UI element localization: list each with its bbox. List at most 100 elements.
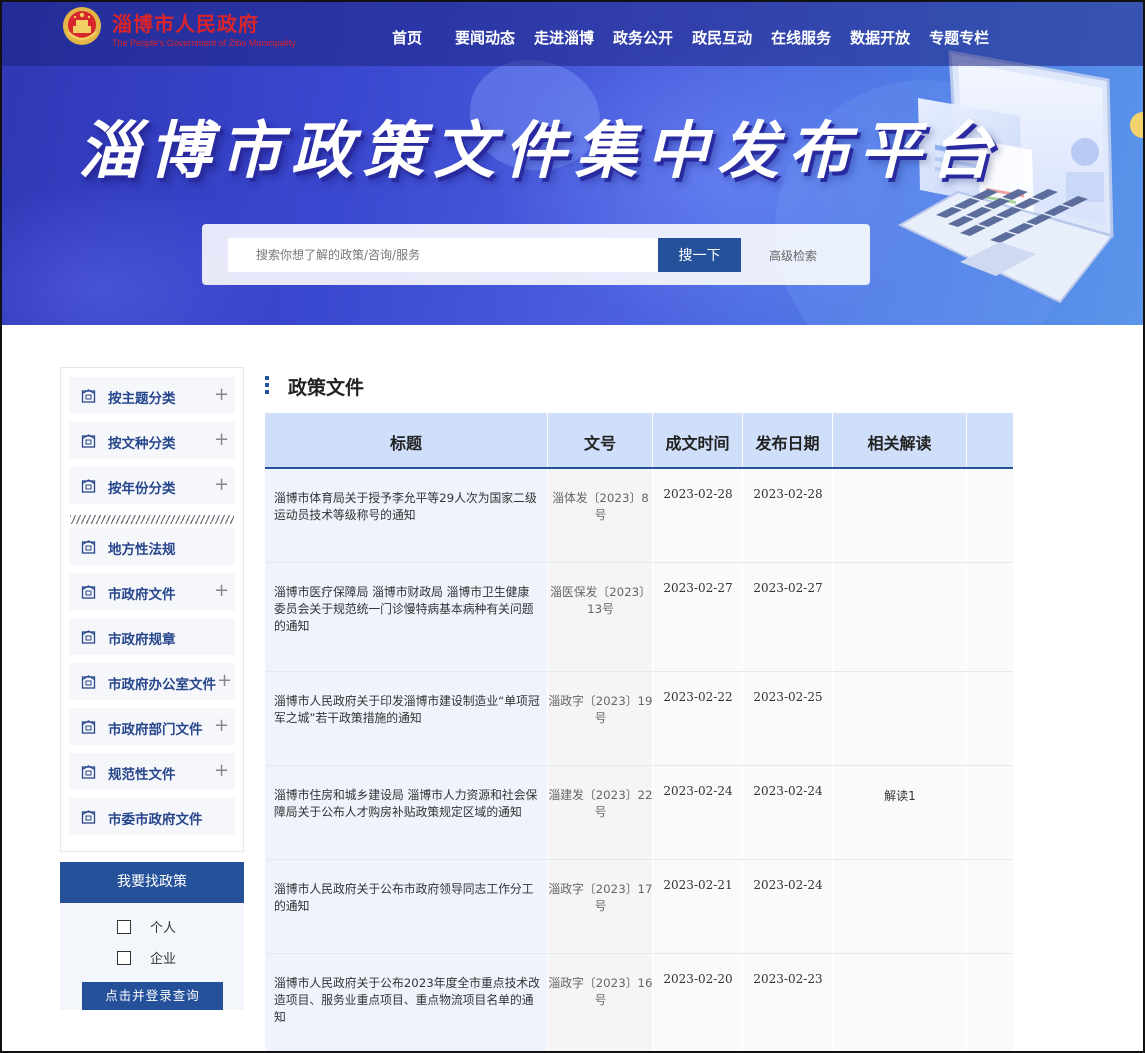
- section-title: 政策文件: [288, 377, 365, 399]
- expand-plus-icon[interactable]: +: [214, 580, 229, 601]
- policy-table: 标题 文号 成文时间 发布日期 相关解读 淄博市体育局关于授予李允平等29人次为…: [265, 413, 1013, 1053]
- expand-plus-icon[interactable]: +: [214, 429, 229, 450]
- checkbox-label: 个人: [150, 921, 177, 936]
- row-written-date: 2023-02-21: [663, 878, 733, 892]
- nav-home[interactable]: 首页: [392, 27, 422, 48]
- row-doc-number: 淄体发〔2023〕8号: [552, 491, 649, 522]
- row-title-link[interactable]: 淄博市住房和城乡建设局 淄博市人力资源和社会保障局关于公布人才购房补贴政策规定区…: [274, 787, 540, 821]
- national-emblem-icon: [63, 7, 101, 45]
- document-seal-icon: [81, 720, 96, 734]
- row-written-date: 2023-02-28: [663, 487, 733, 501]
- nav-interaction[interactable]: 政民互动: [692, 27, 752, 48]
- column-header-title: 标题: [265, 413, 548, 467]
- divider-hatch: [70, 515, 234, 524]
- document-seal-icon: [81, 389, 96, 403]
- expand-plus-icon[interactable]: +: [214, 760, 229, 781]
- table-row: 淄博市医疗保障局 淄博市财政局 淄博市卫生健康委员会关于规范统一门诊慢特病基本病…: [265, 563, 1013, 672]
- sidebar-item-label: 按年份分类: [108, 481, 176, 497]
- sidebar-item-local-regulations[interactable]: 地方性法规: [69, 528, 235, 565]
- table-row: 淄博市人民政府关于公布市政府领导同志工作分工的通知 淄政字〔2023〕17号 2…: [265, 860, 1013, 954]
- column-header-extra: [967, 413, 1013, 467]
- row-written-date: 2023-02-20: [663, 972, 733, 986]
- table-header: 标题 文号 成文时间 发布日期 相关解读: [265, 413, 1013, 469]
- sidebar-item-label: 地方性法规: [108, 542, 176, 558]
- main-nav: 首页 要闻动态 走进淄博 政务公开 政民互动 在线服务 数据开放 专题专栏: [392, 27, 1008, 48]
- checkbox-enterprise[interactable]: 企业: [117, 948, 176, 967]
- policy-finder-title: 我要找政策: [60, 862, 244, 903]
- row-written-date: 2023-02-22: [663, 690, 733, 704]
- sidebar-item-label: 按主题分类: [108, 391, 176, 407]
- document-seal-icon: [81, 675, 96, 689]
- search-button[interactable]: 搜一下: [658, 238, 741, 272]
- table-row: 淄博市体育局关于授予李允平等29人次为国家二级运动员技术等级称号的通知 淄体发〔…: [265, 469, 1013, 563]
- row-doc-number: 淄政字〔2023〕19号: [548, 694, 653, 725]
- nav-news[interactable]: 要闻动态: [455, 27, 515, 48]
- row-title-link[interactable]: 淄博市人民政府关于公布2023年度全市重点技术改造项目、服务业重点项目、重点物流…: [274, 975, 540, 1026]
- site-name-english: The People's Government of Zibo Municipa…: [112, 38, 296, 48]
- table-row: 淄博市人民政府关于印发淄博市建设制造业“单项冠军之城”若干政策措施的通知 淄政字…: [265, 672, 1013, 766]
- search-box: 搜一下 高级检索: [202, 224, 870, 285]
- document-seal-icon: [81, 810, 96, 824]
- sidebar-item-party-government-docs[interactable]: 市委市政府文件: [69, 798, 235, 835]
- column-header-interpretation: 相关解读: [833, 413, 967, 467]
- column-header-publish-date: 发布日期: [743, 413, 833, 467]
- row-title-link[interactable]: 淄博市人民政府关于印发淄博市建设制造业“单项冠军之城”若干政策措施的通知: [274, 693, 540, 727]
- nav-special-topics[interactable]: 专题专栏: [929, 27, 989, 48]
- checkbox-label: 企业: [150, 952, 177, 967]
- column-header-doc-no: 文号: [548, 413, 653, 467]
- table-row: 淄博市人民政府关于公布2023年度全市重点技术改造项目、服务业重点项目、重点物流…: [265, 954, 1013, 1053]
- top-navigation-bar: 淄博市人民政府 The People's Government of Zibo …: [0, 0, 1145, 66]
- nav-online-services[interactable]: 在线服务: [771, 27, 831, 48]
- document-seal-icon: [81, 765, 96, 779]
- sidebar-item-label: 市政府办公室文件: [108, 677, 216, 693]
- checkbox-individual[interactable]: 个人: [117, 917, 176, 936]
- row-publish-date: 2023-02-24: [753, 878, 823, 892]
- nav-government-affairs[interactable]: 政务公开: [613, 27, 673, 48]
- row-title-link[interactable]: 淄博市医疗保障局 淄博市财政局 淄博市卫生健康委员会关于规范统一门诊慢特病基本病…: [274, 584, 540, 635]
- row-title-link[interactable]: 淄博市人民政府关于公布市政府领导同志工作分工的通知: [274, 881, 540, 915]
- row-publish-date: 2023-02-25: [753, 690, 823, 704]
- table-row: 淄博市住房和城乡建设局 淄博市人力资源和社会保障局关于公布人才购房补贴政策规定区…: [265, 766, 1013, 860]
- row-doc-number: 淄政字〔2023〕17号: [548, 882, 653, 913]
- expand-plus-icon[interactable]: +: [217, 670, 232, 691]
- row-doc-number: 淄建发〔2023〕22号: [548, 788, 653, 819]
- nav-open-data[interactable]: 数据开放: [850, 27, 910, 48]
- sidebar-group-by-topic[interactable]: 按主题分类 +: [69, 377, 235, 414]
- column-header-written-date: 成文时间: [653, 413, 743, 467]
- row-publish-date: 2023-02-27: [753, 581, 823, 595]
- sidebar-item-label: 市政府文件: [108, 587, 176, 603]
- row-interpretation-link[interactable]: 解读1: [833, 787, 967, 804]
- sidebar-group-by-doc-type[interactable]: 按文种分类 +: [69, 422, 235, 459]
- expand-plus-icon[interactable]: +: [214, 474, 229, 495]
- sidebar-item-department-docs[interactable]: 市政府部门文件 +: [69, 708, 235, 745]
- search-input[interactable]: [228, 238, 660, 272]
- sidebar-item-municipal-rules[interactable]: 市政府规章: [69, 618, 235, 655]
- row-publish-date: 2023-02-24: [753, 784, 823, 798]
- sidebar-item-label: 规范性文件: [108, 767, 176, 783]
- checkbox-icon[interactable]: [117, 950, 131, 965]
- login-query-button[interactable]: 点击并登录查询: [82, 982, 223, 1010]
- row-written-date: 2023-02-27: [663, 581, 733, 595]
- row-doc-number: 淄医保发〔2023〕13号: [550, 585, 651, 616]
- nav-about-zibo[interactable]: 走进淄博: [534, 27, 594, 48]
- platform-title: 淄博市政策文件集中发布平台: [78, 114, 1002, 187]
- document-seal-icon: [81, 540, 96, 554]
- sidebar-item-municipal-docs[interactable]: 市政府文件 +: [69, 573, 235, 610]
- sidebar-item-office-docs[interactable]: 市政府办公室文件 +: [69, 663, 235, 700]
- document-seal-icon: [81, 434, 96, 448]
- row-publish-date: 2023-02-23: [753, 972, 823, 986]
- checkbox-icon[interactable]: [117, 919, 131, 934]
- expand-plus-icon[interactable]: +: [214, 384, 229, 405]
- advanced-search-link[interactable]: 高级检索: [769, 247, 817, 264]
- sidebar-group-by-year[interactable]: 按年份分类 +: [69, 467, 235, 504]
- row-written-date: 2023-02-24: [663, 784, 733, 798]
- sidebar-item-normative-docs[interactable]: 规范性文件 +: [69, 753, 235, 790]
- expand-plus-icon[interactable]: +: [214, 715, 229, 736]
- site-name[interactable]: 淄博市人民政府: [112, 8, 259, 37]
- category-sidebar: 按主题分类 + 按文种分类 + 按年份分类 + 地方性法规 市政府文件 + 市政…: [60, 367, 244, 852]
- sidebar-item-label: 按文种分类: [108, 436, 176, 452]
- row-title-link[interactable]: 淄博市体育局关于授予李允平等29人次为国家二级运动员技术等级称号的通知: [274, 490, 540, 524]
- section-title-marker: [265, 376, 269, 394]
- document-seal-icon: [81, 585, 96, 599]
- sidebar-item-label: 市委市政府文件: [108, 812, 203, 828]
